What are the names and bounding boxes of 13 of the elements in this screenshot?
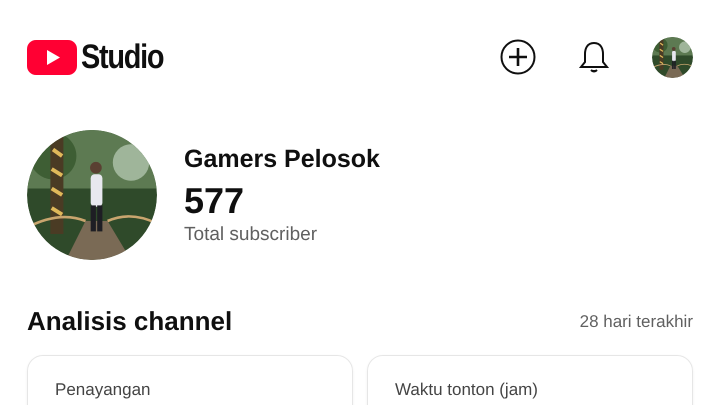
stat-label: Penayangan bbox=[55, 380, 150, 399]
logo-text: Studio bbox=[81, 38, 164, 76]
period-label: 28 hari terakhir bbox=[580, 312, 693, 332]
stat-card[interactable]: Penayangan bbox=[27, 355, 353, 405]
subscriber-count: 577 bbox=[184, 180, 246, 222]
add-icon[interactable] bbox=[500, 39, 536, 75]
section-title: Analisis channel bbox=[27, 306, 232, 337]
bell-icon[interactable] bbox=[576, 39, 612, 75]
play-logo-icon bbox=[27, 40, 77, 74]
channel-name: Gamers Pelosok bbox=[184, 144, 380, 174]
stat-label: Waktu tonton (jam) bbox=[395, 380, 538, 399]
subscriber-label: Total subscriber bbox=[184, 224, 318, 246]
stat-card[interactable]: Waktu tonton (jam) bbox=[367, 355, 693, 405]
